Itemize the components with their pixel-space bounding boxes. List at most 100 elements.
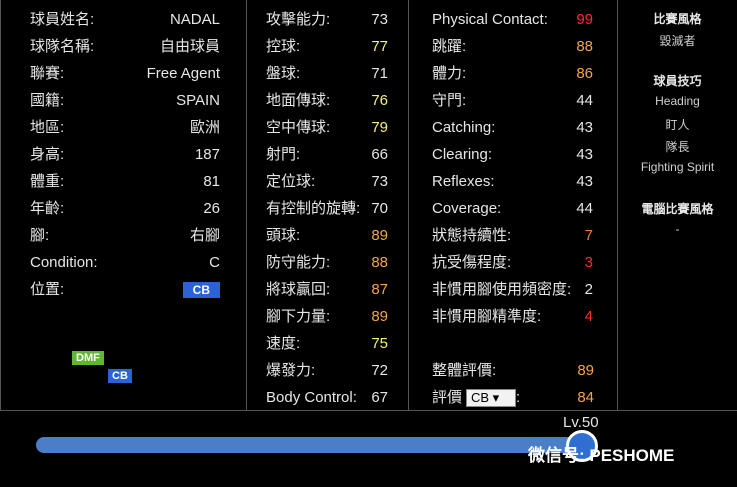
stat-row: 控球: 77: [247, 33, 408, 60]
stat-label: 體重:: [30, 173, 65, 190]
stat-value: 81: [203, 173, 220, 190]
overall-label: 整體評價:: [432, 362, 497, 379]
stat-row: 年齡: 26: [1, 195, 246, 222]
stat-label: 守門:: [432, 92, 467, 109]
stat-value: 86: [576, 65, 593, 82]
stat-row: 地區: 歐洲: [1, 114, 246, 141]
stat-value: 73: [371, 173, 388, 190]
stat-value: 79: [371, 119, 388, 136]
stat-label: 體力:: [432, 65, 467, 82]
position-select[interactable]: CB ▾: [466, 389, 517, 408]
stat-value: 44: [576, 200, 593, 217]
stat-value: 右腳: [189, 227, 220, 244]
stat-label: 腳下力量:: [266, 308, 331, 325]
stat-label: 位置:: [30, 281, 65, 298]
stat-row: 體力: 86: [409, 60, 617, 87]
stat-value: 99: [576, 11, 593, 28]
rating-label-group: 評價 CB ▾:: [432, 384, 520, 411]
stat-value: NADAL: [169, 11, 220, 28]
stat-value: 73: [371, 11, 388, 28]
stat-row: Clearing: 43: [409, 141, 617, 168]
level-label: Lv.50: [563, 414, 599, 431]
stat-value: 44: [576, 92, 593, 109]
stat-label: Catching:: [432, 119, 496, 136]
stat-row: Reflexes: 43: [409, 168, 617, 195]
stat-value: 歐洲: [189, 119, 220, 136]
playing-style-value: 毀滅者: [659, 34, 696, 48]
stat-value: 88: [371, 254, 388, 271]
rating-suffix: :: [516, 389, 521, 406]
stat-row: Physical Contact: 99: [409, 6, 617, 33]
stat-row: 球隊名稱: 自由球員: [1, 33, 246, 60]
stat-row: 頭球: 89: [247, 222, 408, 249]
stat-label: 有控制的旋轉:: [266, 200, 361, 217]
level-slider-track[interactable]: [36, 437, 576, 453]
stat-label: Body Control:: [266, 389, 357, 406]
stat-row: 體重: 81: [1, 168, 246, 195]
rating-label: 評價: [432, 389, 463, 406]
stat-row: 守門: 44: [409, 87, 617, 114]
position-tag-cb: CB: [108, 369, 132, 383]
stat-value: SPAIN: [176, 92, 220, 109]
stat-label: Reflexes:: [432, 173, 495, 190]
stat-row: 防守能力: 88: [247, 249, 408, 276]
stat-row: Coverage: 44: [409, 195, 617, 222]
stat-row: 速度: 75: [247, 330, 408, 357]
stat-value: 72: [371, 362, 388, 379]
stat-label: 頭球:: [266, 227, 301, 244]
stat-label: 抗受傷程度:: [432, 254, 512, 271]
stat-row: 球員姓名: NADAL: [1, 6, 246, 33]
stat-label: 腳:: [30, 227, 50, 244]
stat-row: 聯賽: Free Agent: [1, 60, 246, 87]
stat-value: 71: [371, 65, 388, 82]
player-skills-heading: 球員技巧: [653, 74, 702, 88]
stat-value: 75: [371, 335, 388, 352]
stat-value: 67: [371, 389, 388, 406]
stat-label: 速度:: [266, 335, 301, 352]
stat-value: 89: [371, 227, 388, 244]
stat-label: Condition:: [30, 254, 98, 271]
stat-value: C: [209, 254, 220, 271]
stat-row: 爆發力: 72: [247, 357, 408, 384]
stat-row: 盤球: 71: [247, 60, 408, 87]
stat-value: 43: [576, 119, 593, 136]
stat-value: 66: [371, 146, 388, 163]
stat-label: 防守能力:: [266, 254, 331, 271]
stat-label: 聯賽:: [30, 65, 65, 82]
position-rating-row: 評價 CB ▾: 84: [409, 384, 618, 411]
stat-row: Catching: 43: [409, 114, 617, 141]
stat-value: 2: [584, 281, 593, 298]
stat-label: 狀態持續性:: [432, 227, 512, 244]
stat-row: 有控制的旋轉: 70: [247, 195, 408, 222]
skill-item: Fighting Spirit: [640, 160, 715, 174]
stat-label: 控球:: [266, 38, 301, 55]
overall-value: 89: [577, 362, 594, 379]
attributes-panel-1: 攻擊能力: 73 控球: 77 盤球: 71 地面傳球: 76 空中傳球: 79 射門: 66 定位球:…: [247, 0, 409, 410]
attributes-panel-2: Physical Contact: 99 跳躍: 88 體力: 86 守門: 44 Catchi…: [409, 0, 618, 410]
stat-row: 定位球: 73: [247, 168, 408, 195]
playing-style-heading: 比賽風格: [653, 12, 702, 26]
stat-row: Body Control: 67: [247, 384, 408, 411]
stat-value: CB: [182, 276, 220, 303]
stat-value: 43: [576, 146, 593, 163]
ai-style-value: -: [675, 222, 680, 236]
stat-row: 將球贏回: 87: [247, 276, 408, 303]
stat-row: 身高: 187: [1, 141, 246, 168]
stat-row: 腳下力量: 89: [247, 303, 408, 330]
stat-label: 國籍:: [30, 92, 65, 109]
skill-item: 隊長: [665, 140, 690, 154]
stat-value: 4: [584, 308, 593, 325]
stat-row: 位置: CB: [1, 276, 246, 303]
stat-value: 3: [584, 254, 593, 271]
stat-row: Condition: C: [1, 249, 246, 276]
rating-value: 84: [577, 389, 594, 406]
stat-label: 將球贏回:: [266, 281, 331, 298]
stat-label: 定位球:: [266, 173, 316, 190]
position-badge: CB: [182, 282, 220, 298]
profile-panel: 球員姓名: NADAL 球隊名稱: 自由球員 聯賽: Free Agent 國籍: SPAIN…: [0, 0, 247, 410]
stat-row: 攻擊能力: 73: [247, 6, 408, 33]
skill-item: Heading: [655, 94, 700, 108]
stat-row: 空中傳球: 79: [247, 114, 408, 141]
stat-label: 球隊名稱:: [30, 38, 95, 55]
stat-label: 非慣用腳使用頻密度:: [432, 281, 572, 298]
